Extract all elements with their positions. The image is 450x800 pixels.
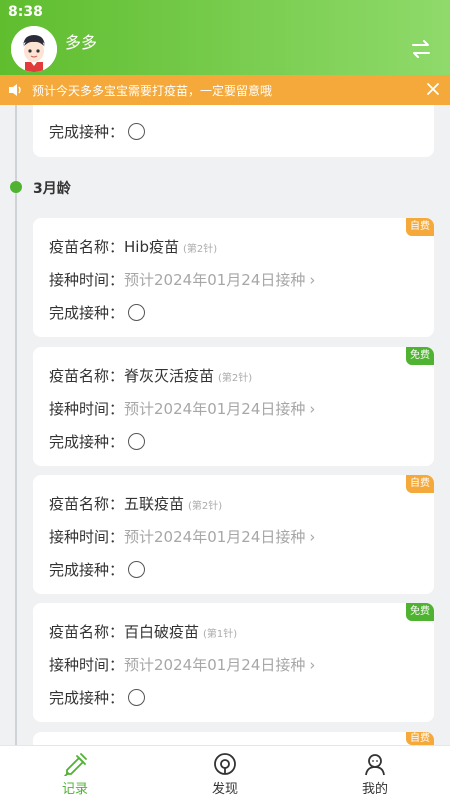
schedule-row[interactable]: 接种时间：预计2024年01月24日接种 › xyxy=(49,269,315,290)
discover-icon xyxy=(212,752,238,776)
nav-discover[interactable]: 发现 xyxy=(150,746,300,800)
done-checkbox[interactable] xyxy=(128,433,146,450)
timeline-line xyxy=(15,105,17,745)
nav-profile[interactable]: 我的 xyxy=(300,746,450,800)
schedule-row[interactable]: 接种时间：预计2024年01月24日接种 › xyxy=(49,398,315,419)
chevron-right-icon: › xyxy=(309,656,316,674)
vaccine-card: 免费 疫苗名称：百白破疫苗 (第1针) 接种时间：预计2024年01月24日接种 ›… xyxy=(33,603,434,722)
schedule-row[interactable]: 接种时间：预计2024年01月24日接种 › xyxy=(49,526,315,547)
profile-icon xyxy=(362,752,388,776)
schedule-date[interactable]: 预计2024年01月24日接种 xyxy=(124,528,305,546)
nav-label: 我的 xyxy=(361,782,388,797)
vaccine-name: 五联疫苗 xyxy=(124,495,185,513)
vaccine-card: 自费 疫苗名称：Hib疫苗 (第2针) 接种时间：预计2024年01月24日接种 ›… xyxy=(33,218,434,337)
dose-number: (第1针) xyxy=(203,629,238,640)
done-row: 完成接种： xyxy=(49,431,146,452)
done-row: 完成接种： xyxy=(49,121,146,142)
done-label: 完成接种： xyxy=(49,561,125,579)
schedule-label: 接种时间： xyxy=(49,656,125,674)
done-row: 完成接种： xyxy=(49,302,146,323)
done-checkbox[interactable] xyxy=(128,561,146,578)
avatar[interactable] xyxy=(11,26,57,72)
record-icon xyxy=(62,752,88,777)
nav-label: 发现 xyxy=(211,782,238,797)
schedule-label: 接种时间： xyxy=(49,528,125,546)
vaccine-name: 百白破疫苗 xyxy=(124,623,200,641)
close-icon[interactable] xyxy=(426,82,440,96)
vaccine-name-row: 疫苗名称：百白破疫苗 (第1针) xyxy=(49,621,237,642)
schedule-row[interactable]: 接种时间：预计2024年01月24日接种 › xyxy=(49,654,315,675)
bottom-nav: 记录 发现 我的 xyxy=(0,745,450,800)
avatar-image xyxy=(11,26,57,72)
vaccine-name: 脊灰灭活疫苗 xyxy=(124,367,215,385)
dose-number: (第2针) xyxy=(182,244,218,255)
notice-text: 预计今天多多宝宝需要打疫苗，一定要留意哦 xyxy=(32,84,273,98)
chevron-right-icon: › xyxy=(309,271,316,289)
done-checkbox[interactable] xyxy=(128,123,146,140)
vaccine-name: Hib疫苗 xyxy=(124,238,179,256)
vaccine-name-label: 疫苗名称： xyxy=(49,623,125,641)
vaccine-name-label: 疫苗名称： xyxy=(49,238,125,256)
schedule-label: 接种时间： xyxy=(49,400,125,418)
age-label: 3月龄 xyxy=(33,181,71,197)
fee-badge: 自费 xyxy=(406,218,434,236)
fee-badge: 自费 xyxy=(406,475,434,493)
vaccine-name-row: 疫苗名称：Hib疫苗 (第2针) xyxy=(49,236,217,257)
vaccine-name-row: 疫苗名称：五联疫苗 (第2针) xyxy=(49,493,222,514)
vaccine-card-partial: 自费 xyxy=(33,732,434,745)
status-time: 8:38 xyxy=(8,4,43,20)
app-header: 8:38 多多 xyxy=(0,0,450,75)
done-label: 完成接种： xyxy=(49,304,125,322)
vaccine-card: 免费 疫苗名称：脊灰灭活疫苗 (第2针) 接种时间：预计2024年01月24日接种… xyxy=(33,347,434,466)
user-name: 多多 xyxy=(65,33,98,52)
switch-icon[interactable] xyxy=(410,38,432,60)
chevron-right-icon: › xyxy=(309,528,316,546)
fee-badge: 自费 xyxy=(406,732,434,745)
nav-label: 记录 xyxy=(61,782,88,797)
speaker-icon xyxy=(8,83,24,97)
done-checkbox[interactable] xyxy=(128,689,146,706)
vaccine-card-partial: 完成接种： xyxy=(33,105,434,157)
chevron-right-icon: › xyxy=(309,400,316,418)
done-row: 完成接种： xyxy=(49,687,146,708)
nav-record[interactable]: 记录 xyxy=(0,746,150,800)
schedule-date[interactable]: 预计2024年01月24日接种 xyxy=(124,656,305,674)
fee-badge: 免费 xyxy=(406,603,434,621)
schedule-label: 接种时间： xyxy=(49,271,125,289)
done-label: 完成接种： xyxy=(49,689,125,707)
done-checkbox[interactable] xyxy=(128,304,146,321)
done-label: 完成接种： xyxy=(49,433,125,451)
vaccine-card: 自费 疫苗名称：五联疫苗 (第2针) 接种时间：预计2024年01月24日接种 › … xyxy=(33,475,434,594)
timeline-dot xyxy=(10,181,22,193)
done-label: 完成接种： xyxy=(49,123,125,141)
fee-badge: 免费 xyxy=(406,347,434,365)
vaccine-name-row: 疫苗名称：脊灰灭活疫苗 (第2针) xyxy=(49,365,252,386)
notice-bar: 预计今天多多宝宝需要打疫苗，一定要留意哦 xyxy=(0,75,450,105)
dose-number: (第2针) xyxy=(188,501,223,512)
schedule-date[interactable]: 预计2024年01月24日接种 xyxy=(124,400,305,418)
schedule-date[interactable]: 预计2024年01月24日接种 xyxy=(124,271,305,289)
done-row: 完成接种： xyxy=(49,559,146,580)
vaccine-name-label: 疫苗名称： xyxy=(49,367,125,385)
vaccine-name-label: 疫苗名称： xyxy=(49,495,125,513)
dose-number: (第2针) xyxy=(218,373,253,384)
